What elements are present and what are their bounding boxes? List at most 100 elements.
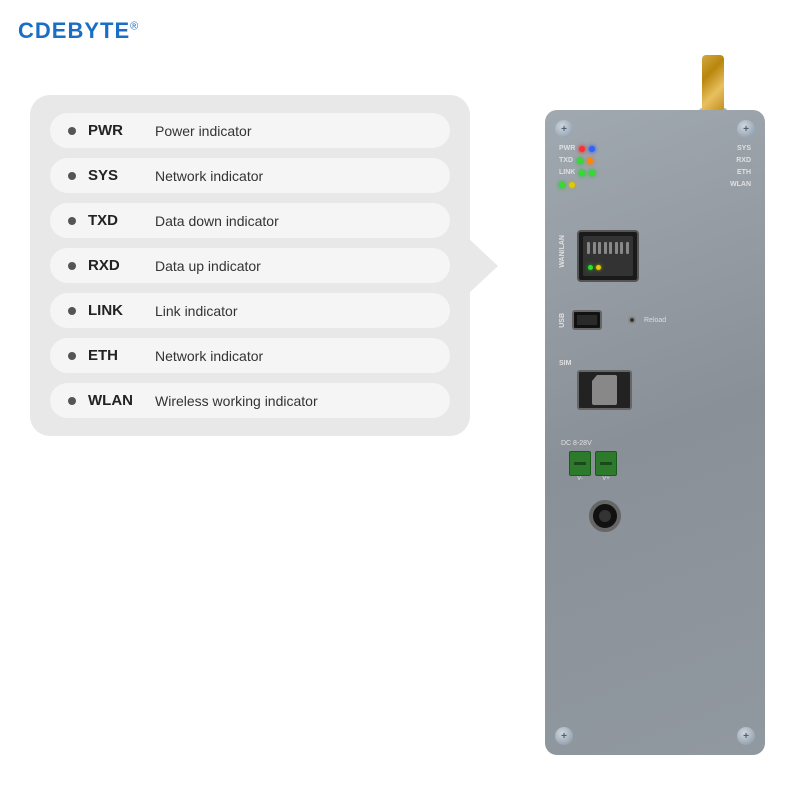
indicator-row-wlan: WLAN Wireless working indicator bbox=[50, 383, 450, 418]
power-terminal-area: DC 8-28V V- V+ bbox=[559, 440, 751, 482]
indicator-row-rxd: RXD Data up indicator bbox=[50, 248, 450, 283]
logo: CDEBYTE® bbox=[18, 18, 139, 44]
txd-dot bbox=[68, 217, 76, 225]
led-pwr-group: PWR bbox=[559, 145, 595, 152]
vminus-label: V- bbox=[569, 476, 591, 482]
led-eth-group: ETH bbox=[737, 169, 751, 176]
reload-button[interactable] bbox=[628, 316, 636, 324]
eth-dot bbox=[68, 352, 76, 360]
indicator-row-sys: SYS Network indicator bbox=[50, 158, 450, 193]
screw-bottom-right bbox=[737, 727, 755, 745]
link-led-1 bbox=[579, 170, 585, 176]
sys-led-label: SYS bbox=[737, 145, 751, 152]
ethernet-leds bbox=[588, 265, 630, 270]
wlan-desc: Wireless working indicator bbox=[155, 393, 318, 409]
sim-slot-area: SIM bbox=[559, 360, 751, 410]
led-row-2: TXD RXD bbox=[559, 157, 751, 164]
led-row-3: LINK ETH bbox=[559, 169, 751, 176]
led-row-1: PWR SYS bbox=[559, 145, 751, 152]
wan-lan-label: WAN/LAN bbox=[559, 235, 566, 268]
terminal-vplus: V+ bbox=[595, 451, 617, 482]
pwr-led-label: PWR bbox=[559, 145, 575, 152]
ethernet-pins bbox=[586, 242, 630, 254]
logo-trademark: ® bbox=[130, 21, 139, 33]
sys-desc: Network indicator bbox=[155, 168, 263, 184]
ethernet-port-inner bbox=[583, 236, 633, 276]
eth-pin-4 bbox=[604, 242, 607, 254]
txd-desc: Data down indicator bbox=[155, 213, 279, 229]
eth-label: ETH bbox=[88, 347, 143, 364]
eth-pin-8 bbox=[626, 242, 629, 254]
power-label: DC 8-28V bbox=[561, 440, 592, 447]
led-txd-group: TXD bbox=[559, 157, 593, 164]
link-led-2 bbox=[589, 170, 595, 176]
dc-jack-inner bbox=[599, 510, 611, 522]
pwr-desc: Power indicator bbox=[155, 123, 252, 139]
wan-lan-port-area: WAN/LAN bbox=[559, 230, 751, 282]
pwr-led-red bbox=[579, 146, 585, 152]
terminal-vminus: V- bbox=[569, 451, 591, 482]
rxd-desc: Data up indicator bbox=[155, 258, 261, 274]
wlan-led-label: WLAN bbox=[730, 181, 751, 188]
sim-slot bbox=[577, 370, 632, 410]
device-illustration: PWR SYS TXD RXD bbox=[545, 55, 765, 755]
led-indicator-area: PWR SYS TXD RXD bbox=[559, 145, 751, 193]
indicator-row-pwr: PWR Power indicator bbox=[50, 113, 450, 148]
led-row-4: WLAN bbox=[559, 181, 751, 188]
dc-jack-area bbox=[559, 500, 751, 532]
vplus-label: V+ bbox=[595, 476, 617, 482]
link-led-label: LINK bbox=[559, 169, 575, 176]
ethernet-port bbox=[577, 230, 639, 282]
usb-port-area: USB Reload bbox=[559, 310, 751, 330]
eth-led-green bbox=[588, 265, 593, 270]
logo-text: CDEBYTE bbox=[18, 18, 130, 43]
eth-led-label: ETH bbox=[737, 169, 751, 176]
txd-label: TXD bbox=[88, 212, 143, 229]
led-link-group: LINK bbox=[559, 169, 595, 176]
terminal-screw-vplus bbox=[595, 451, 617, 476]
reload-label: Reload bbox=[644, 317, 666, 324]
terminal-block: V- V+ bbox=[569, 451, 751, 482]
txd-led-2 bbox=[587, 158, 593, 164]
link-desc: Link indicator bbox=[155, 303, 238, 319]
rxd-led-label: RXD bbox=[736, 157, 751, 164]
led-wlan-group: WLAN bbox=[730, 181, 751, 188]
eth-pin-3 bbox=[598, 242, 601, 254]
screw-bottom-left bbox=[555, 727, 573, 745]
sys-label: SYS bbox=[88, 167, 143, 184]
screw-top-right bbox=[737, 120, 755, 138]
terminal-screw-vminus bbox=[569, 451, 591, 476]
led-rxd-group: RXD bbox=[736, 157, 751, 164]
dc-jack bbox=[589, 500, 621, 532]
usb-port-inner bbox=[577, 315, 597, 325]
indicator-panel: PWR Power indicator SYS Network indicato… bbox=[30, 95, 470, 436]
wlan-led-2 bbox=[569, 182, 575, 188]
pwr-led-blue bbox=[589, 146, 595, 152]
eth-pin-1 bbox=[587, 242, 590, 254]
antenna-body bbox=[702, 55, 724, 110]
txd-led-1 bbox=[577, 158, 583, 164]
eth-pin-2 bbox=[593, 242, 596, 254]
eth-desc: Network indicator bbox=[155, 348, 263, 364]
device-body: PWR SYS TXD RXD bbox=[545, 110, 765, 755]
sys-dot bbox=[68, 172, 76, 180]
eth-pin-7 bbox=[620, 242, 623, 254]
led-sys-group: SYS bbox=[737, 145, 751, 152]
link-dot bbox=[68, 307, 76, 315]
pwr-label: PWR bbox=[88, 122, 143, 139]
eth-pin-5 bbox=[609, 242, 612, 254]
wlan-dot bbox=[68, 397, 76, 405]
link-label: LINK bbox=[88, 302, 143, 319]
txd-led-label: TXD bbox=[559, 157, 573, 164]
led-wlan-left bbox=[559, 182, 575, 188]
sim-label: SIM bbox=[559, 360, 751, 367]
eth-led-yellow bbox=[596, 265, 601, 270]
usb-port bbox=[572, 310, 602, 330]
wlan-label: WLAN bbox=[88, 392, 143, 409]
eth-pin-6 bbox=[615, 242, 618, 254]
usb-label: USB bbox=[559, 313, 566, 328]
screw-top-left bbox=[555, 120, 573, 138]
indicator-row-eth: ETH Network indicator bbox=[50, 338, 450, 373]
rxd-label: RXD bbox=[88, 257, 143, 274]
indicator-row-txd: TXD Data down indicator bbox=[50, 203, 450, 238]
